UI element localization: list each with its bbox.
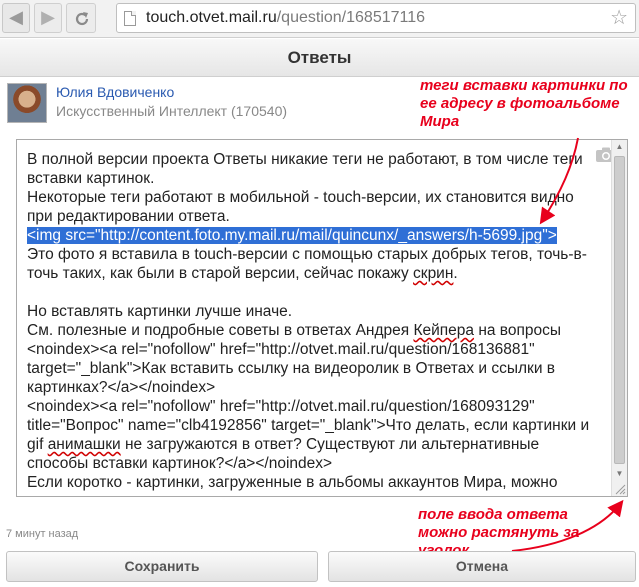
arrow-left-icon: ◀ [9,7,23,27]
resize-grip-icon[interactable] [614,483,626,495]
page-icon [124,11,136,26]
author-rank: Искусственный Интеллект (170540) [56,103,288,119]
answer-text[interactable]: В полной версии проекта Ответы никакие т… [27,150,599,492]
star-icon[interactable]: ☆ [610,5,628,30]
misspelled-word: анимашки [47,436,121,453]
answer-paragraph: В полной версии проекта Ответы никакие т… [27,151,583,225]
annotation-top: теги вставки картинки по ее адресу в фот… [420,77,628,130]
answer-paragraph: на вопросы <noindex><a rel="nofollow" hr… [27,322,590,453]
reload-button[interactable] [66,3,96,33]
arrow-right-icon: ▶ [41,7,55,27]
selected-img-tag: <img src="http://content.foto.my.mail.ru… [27,227,557,244]
url-path: /question/168517116 [276,9,426,26]
timestamp: 7 минут назад [6,528,79,540]
misspelled-word: Кейпера [413,322,475,339]
scroll-down-icon[interactable]: ▼ [612,467,627,481]
reload-icon [75,12,89,26]
misspelled-word: скрин [413,265,454,282]
avatar[interactable] [7,83,47,123]
save-button[interactable]: Сохранить [6,551,318,582]
page-header: Ответы [0,39,639,77]
back-button[interactable]: ◀ [2,3,30,33]
answer-paragraph: Это фото я вставила в touch-версии с пом… [27,246,587,282]
browser-toolbar: ◀ ▶ touch.otvet.mail.ru/question/1685171… [0,0,639,38]
answer-input[interactable]: В полной версии проекта Ответы никакие т… [16,139,628,497]
address-bar[interactable]: touch.otvet.mail.ru/question/168517116 ☆ [116,3,636,33]
scroll-up-icon[interactable]: ▲ [612,140,627,154]
page-title: Ответы [287,48,352,67]
url-host: touch.otvet.mail.ru [146,9,277,26]
cancel-button[interactable]: Отмена [328,551,636,582]
author-name[interactable]: Юлия Вдовиченко [56,84,174,100]
url-text[interactable]: touch.otvet.mail.ru/question/168517116 [146,9,425,27]
scrollbar-thumb[interactable] [614,156,625,464]
forward-button[interactable]: ▶ [34,3,62,33]
scrollbar[interactable]: ▲ ▼ [611,140,627,496]
